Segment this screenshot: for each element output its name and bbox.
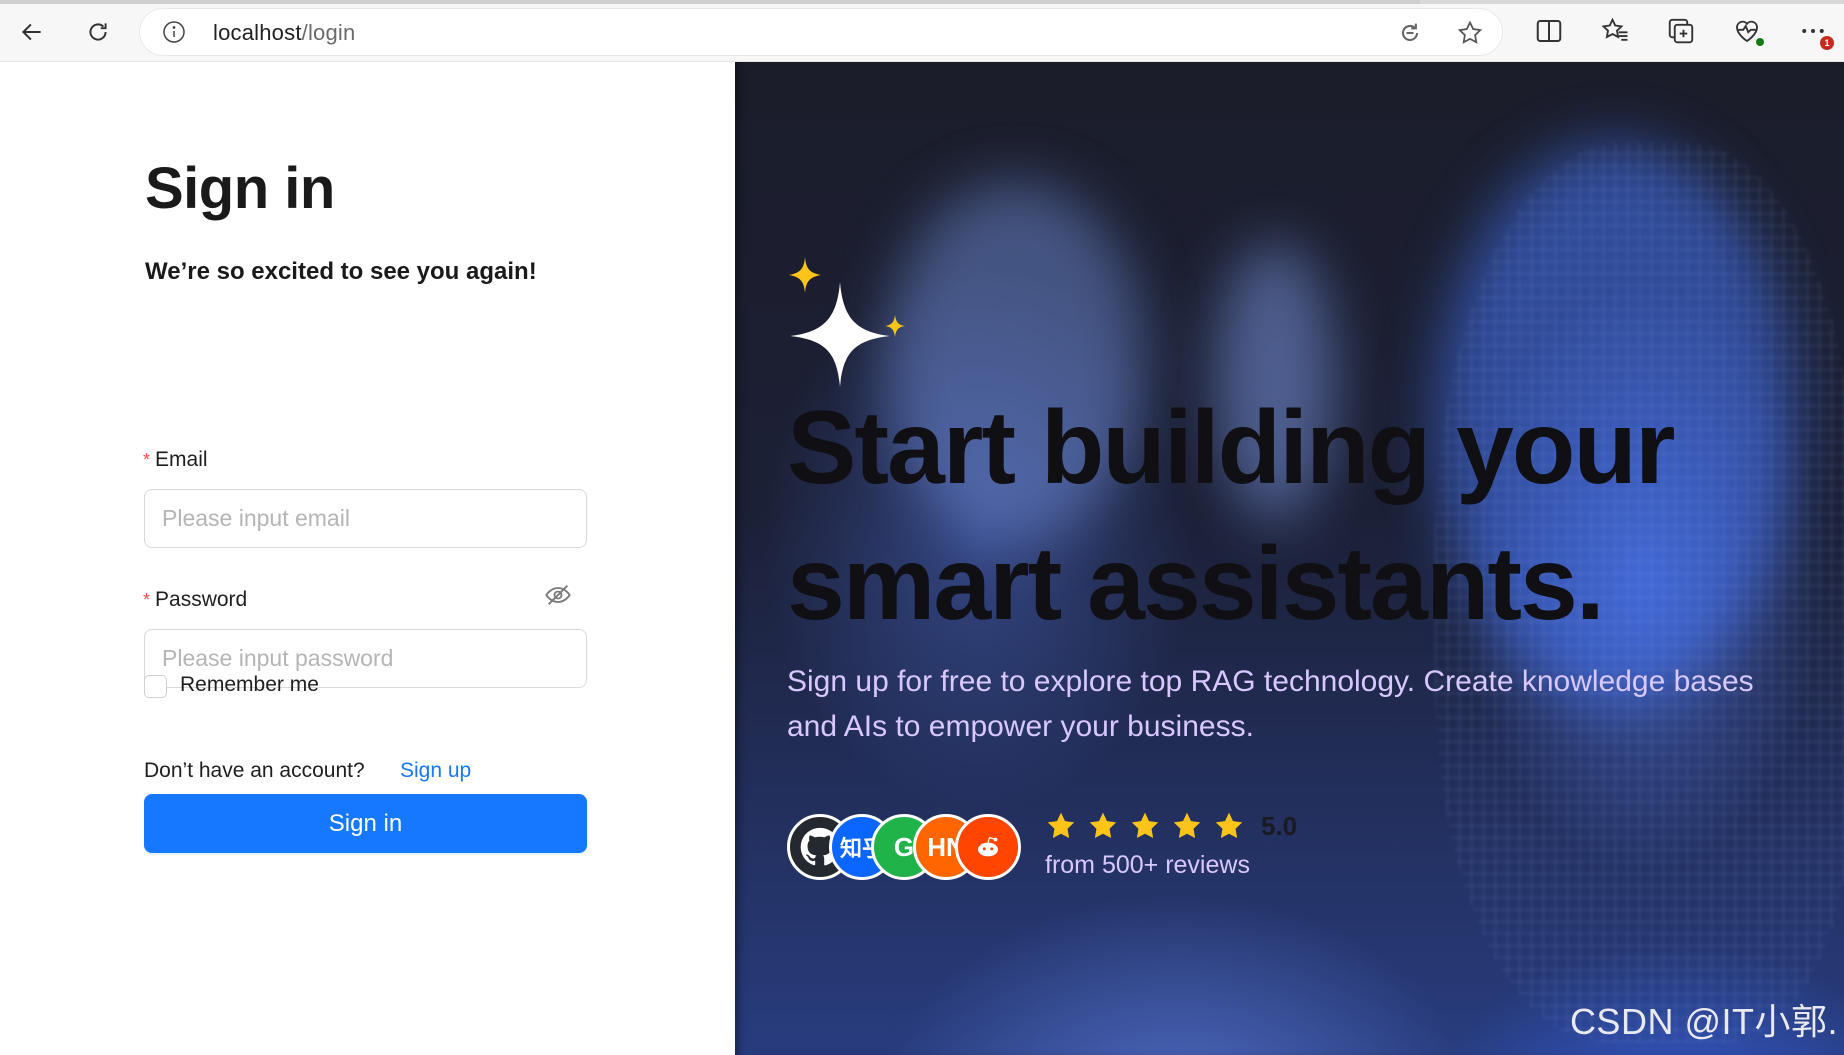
info-icon[interactable] [162, 20, 186, 44]
signin-panel [0, 62, 735, 1055]
browser-toolbar: localhost/login 1 [0, 0, 1844, 62]
back-button[interactable] [14, 14, 50, 50]
star-icon [1089, 812, 1117, 838]
required-mark: * [143, 590, 151, 610]
notification-badge: 1 [1820, 36, 1834, 50]
signin-button[interactable]: Sign in [144, 794, 587, 853]
tab-strip-edge [0, 0, 1844, 4]
reviews-count: from 500+ reviews [1045, 851, 1250, 879]
reader-refresh-icon[interactable] [1396, 19, 1424, 47]
status-ok-icon [1754, 36, 1766, 48]
favorites-list-icon [1601, 17, 1628, 41]
hero-headline: Start building your smart assistants. [787, 390, 1675, 642]
star-icon [1173, 812, 1201, 838]
reload-icon [89, 23, 107, 41]
signup-link[interactable]: Sign up [400, 759, 471, 783]
hero-panel: Start building your smart assistants. Si… [735, 62, 1844, 1055]
password-label: * Password [143, 588, 248, 611]
remember-me-checkbox[interactable] [144, 675, 167, 698]
community-avatars: 知乎 G HN [787, 814, 1027, 880]
collections-icon [1668, 18, 1694, 44]
required-mark: * [143, 450, 151, 470]
favorite-star-icon[interactable] [1456, 19, 1484, 47]
star-icon [1215, 812, 1243, 838]
collections-button[interactable] [1666, 16, 1698, 48]
arrow-left-icon [21, 23, 41, 41]
rating-stars: 5.0 [1045, 810, 1297, 842]
address-bar[interactable]: localhost/login [140, 9, 1502, 55]
browser-essentials-button[interactable] [1732, 16, 1766, 48]
url-text[interactable]: localhost/login [213, 20, 355, 46]
eye-invisible-icon[interactable] [544, 581, 572, 609]
page-subtitle: We’re so excited to see you again! [145, 258, 537, 285]
remember-me-label[interactable]: Remember me [180, 673, 319, 697]
settings-more-button[interactable]: 1 [1798, 16, 1834, 50]
reddit-icon [955, 814, 1021, 880]
email-label: * Email [143, 448, 208, 471]
no-account-text: Don’t have an account? [144, 759, 365, 782]
sparkle-icon [789, 257, 905, 387]
star-icon [1047, 812, 1075, 838]
split-screen-button[interactable] [1534, 16, 1566, 48]
hero-description: Sign up for free to explore top RAG tech… [787, 665, 1754, 743]
split-screen-icon [1536, 20, 1562, 42]
star-icon [1131, 812, 1159, 838]
favorites-button[interactable] [1600, 16, 1632, 48]
email-field[interactable] [144, 489, 587, 548]
watermark: CSDN @IT小郭. [1569, 1001, 1838, 1042]
rating-value: 5.0 [1261, 810, 1298, 841]
reload-button[interactable] [80, 14, 116, 50]
page-title: Sign in [145, 156, 335, 221]
